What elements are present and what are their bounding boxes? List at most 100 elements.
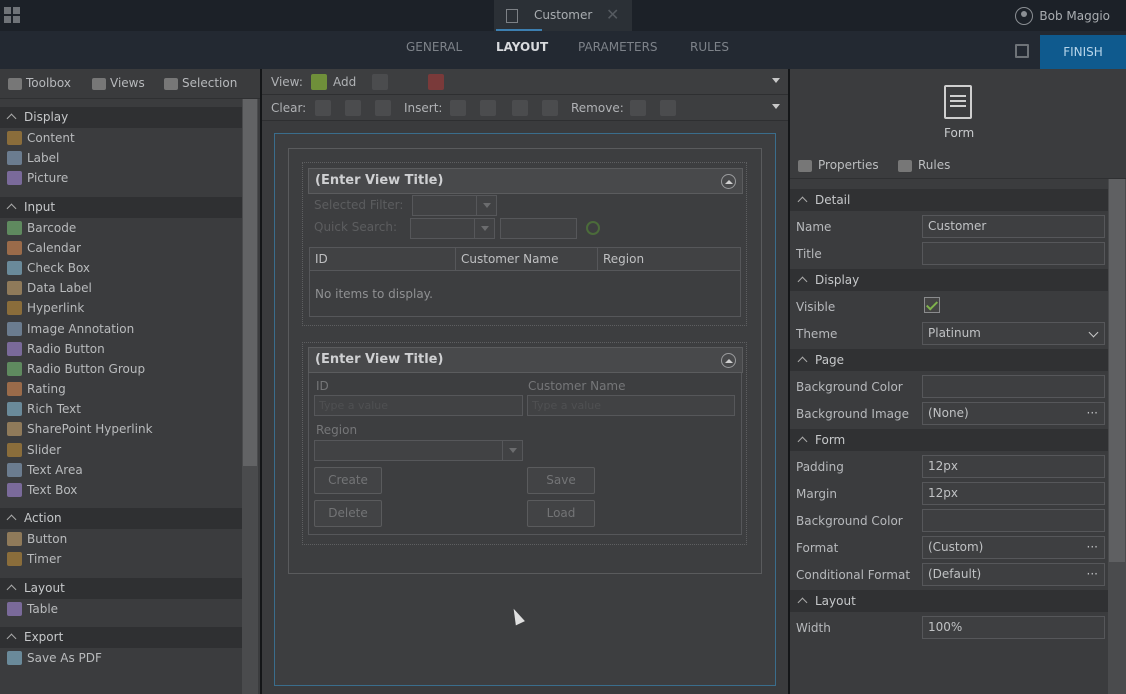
id-input[interactable]: Type a value [314,395,523,416]
tab-form-rules[interactable]: Rules [898,158,950,172]
page-bg-image-input[interactable]: (None) ··· [922,402,1105,425]
category-layout[interactable]: Layout [0,577,242,599]
user-menu[interactable]: Bob Maggio [1015,7,1110,25]
selected-filter-dropdown[interactable] [412,195,497,216]
margin-input[interactable]: 12px [922,482,1105,505]
width-input[interactable]: 100% [922,616,1105,639]
add-icon[interactable] [311,74,327,90]
section-layout[interactable]: Layout [790,590,1108,612]
toolbox-item-check-box[interactable]: Check Box [0,258,242,278]
document-tab[interactable]: Customer ✕ [494,0,632,31]
chevron-down-icon [474,219,494,238]
toolbox-item-calendar[interactable]: Calendar [0,238,242,258]
delete-button[interactable]: Delete [314,500,382,527]
customer-name-input[interactable]: Type a value [527,395,735,416]
toolbox-item-save-as-pdf[interactable]: Save As PDF [0,648,242,668]
toolbox-item-hyperlink[interactable]: Hyperlink [0,298,242,318]
category-display[interactable]: Display [0,107,242,128]
toolbox-item-text-box[interactable]: Text Box [0,480,242,500]
section-page[interactable]: Page [790,349,1108,371]
title-input[interactable] [922,242,1105,265]
edit-icon[interactable] [372,74,388,90]
category-export[interactable]: Export [0,626,242,648]
conditional-format-input[interactable]: (Default) ··· [922,563,1105,586]
toolbox-item-radio-button-group[interactable]: Radio Button Group [0,359,242,379]
tab-views[interactable]: Views [92,76,145,90]
app-launcher-icon[interactable] [4,7,22,25]
quick-search-field-dropdown[interactable] [410,218,495,239]
item-view-header[interactable]: (Enter View Title) [308,347,743,373]
format-input[interactable]: (Custom) ··· [922,536,1105,559]
clear-cell-icon[interactable] [315,100,331,116]
form-bg-color-input[interactable] [922,509,1105,532]
property-width: Width 100% [790,616,1108,643]
delete-icon[interactable] [428,74,444,90]
ellipsis-icon[interactable]: ··· [1087,403,1098,424]
padding-input[interactable]: 12px [922,455,1105,478]
insert-row-above-icon[interactable] [512,100,528,116]
collapse-icon[interactable] [721,353,736,368]
visible-checkbox[interactable] [924,297,940,313]
toolbox-scrollbar-thumb[interactable] [243,99,257,466]
ellipsis-icon[interactable]: ··· [1087,537,1098,558]
toolbox-item-table[interactable]: Table [0,599,242,619]
tab-layout[interactable]: LAYOUT [496,40,548,54]
column-header-customer-name[interactable]: Customer Name [461,252,559,266]
insert-column-left-icon[interactable] [450,100,466,116]
refresh-icon[interactable] [586,221,600,235]
section-detail[interactable]: Detail [790,189,1108,211]
list-view-header[interactable]: (Enter View Title) [308,168,743,194]
tab-toolbox[interactable]: Toolbox [8,76,71,90]
properties-scrollbar-thumb[interactable] [1109,179,1125,562]
name-input[interactable]: Customer [922,215,1105,238]
toolbox-item-rating[interactable]: Rating [0,379,242,399]
column-header-region[interactable]: Region [603,252,644,266]
remove-column-icon[interactable] [630,100,646,116]
page-bg-color-input[interactable] [922,375,1105,398]
close-tab-icon[interactable]: ✕ [606,5,619,24]
toolbox-item-content[interactable]: Content [0,128,242,148]
column-header-id[interactable]: ID [315,252,328,266]
load-button[interactable]: Load [527,500,595,527]
category-input[interactable]: Input [0,196,242,218]
insert-column-right-icon[interactable] [480,100,496,116]
toolbox-item-rich-text[interactable]: Rich Text [0,399,242,419]
collapse-icon[interactable] [721,174,736,189]
quick-search-input[interactable] [500,218,577,239]
section-form[interactable]: Form [790,429,1108,451]
toolbox-item-button[interactable]: Button [0,529,242,549]
toolbox-item-data-label[interactable]: Data Label [0,278,242,298]
ellipsis-icon[interactable]: ··· [1087,564,1098,585]
toolbox-item-text-area[interactable]: Text Area [0,460,242,480]
tab-general[interactable]: GENERAL [406,40,462,54]
toolbox-item-image-annotation[interactable]: Image Annotation [0,319,242,339]
add-button[interactable]: Add [333,75,356,89]
toolbox-item-timer[interactable]: Timer [0,549,242,569]
category-action[interactable]: Action [0,508,242,530]
toolbox-item-picture[interactable]: Picture [0,168,242,188]
tab-selection[interactable]: Selection [164,76,237,90]
section-display[interactable]: Display [790,269,1108,291]
view-toolbar-dropdown-icon[interactable] [772,78,780,83]
finish-button[interactable]: FINISH [1040,35,1126,69]
toolbox-item-sharepoint-hyperlink[interactable]: SharePoint Hyperlink [0,419,242,439]
toolbox-item-label: Table [27,601,59,616]
toolbox-item-radio-button[interactable]: Radio Button [0,339,242,359]
save-button[interactable]: Save [527,467,595,494]
clear-row-icon[interactable] [345,100,361,116]
remove-row-icon[interactable] [660,100,676,116]
theme-select[interactable]: Platinum [922,322,1105,345]
tab-properties[interactable]: Properties [798,158,879,172]
tab-parameters[interactable]: PARAMETERS [578,40,658,54]
tab-rules[interactable]: RULES [690,40,729,54]
toolbox-item-slider[interactable]: Slider [0,440,242,460]
table-toolbar-dropdown-icon[interactable] [772,104,780,109]
save-icon[interactable] [1015,44,1029,58]
toolbox-item-barcode[interactable]: Barcode [0,218,242,238]
clear-label: Clear: [271,101,307,115]
insert-row-below-icon[interactable] [542,100,558,116]
create-button[interactable]: Create [314,467,382,494]
region-dropdown[interactable] [314,440,523,461]
toolbox-item-label[interactable]: Label [0,148,242,168]
clear-column-icon[interactable] [375,100,391,116]
